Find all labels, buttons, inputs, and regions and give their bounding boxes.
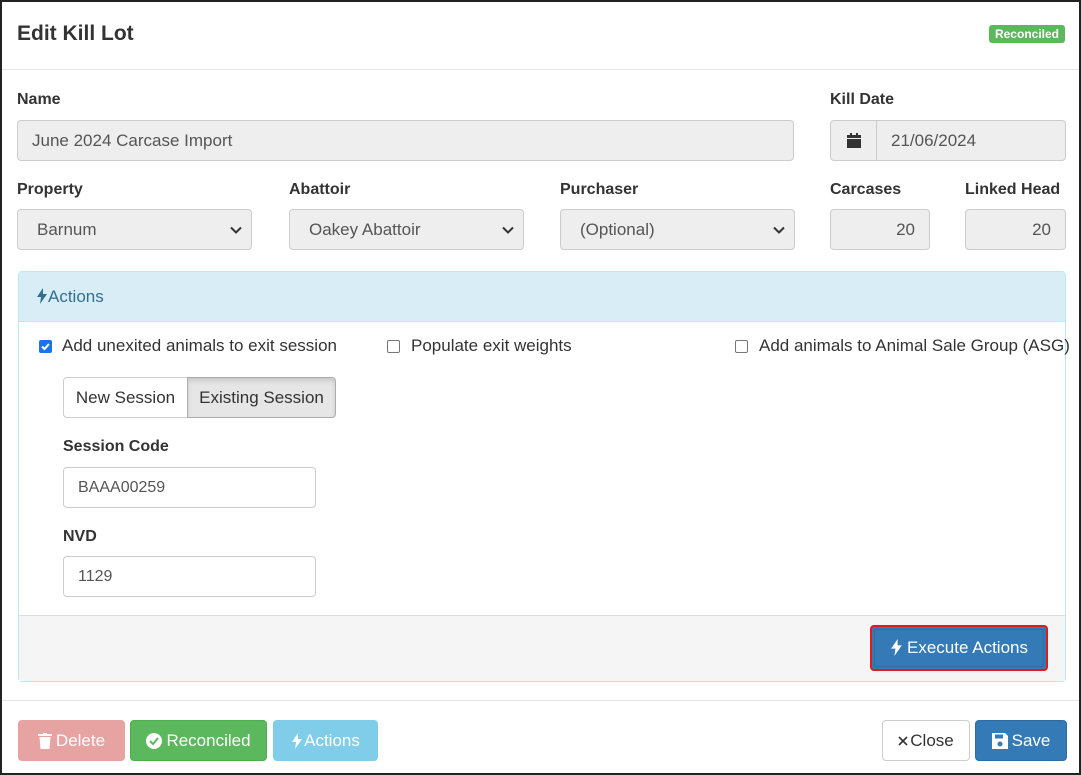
close-icon (898, 736, 908, 746)
abattoir-select-value: Oakey Abattoir (309, 220, 421, 239)
exit-weights-label: Populate exit weights (411, 336, 572, 355)
footer-divider (2, 700, 1079, 701)
actions-panel: Actions Add unexited animals to exit ses… (18, 271, 1070, 682)
check-circle-icon (146, 733, 163, 749)
name-field[interactable]: June 2024 Carcase Import (17, 120, 794, 161)
execute-actions-button[interactable]: Execute Actions (870, 625, 1048, 671)
purchaser-label: Purchaser (560, 181, 639, 198)
checkmark-icon (41, 343, 50, 351)
session-code-input[interactable]: BAAA00259 (63, 467, 316, 508)
purchaser-select[interactable]: (Optional) (560, 209, 795, 250)
purchaser-select-value: (Optional) (580, 220, 655, 239)
bolt-icon (37, 288, 47, 304)
kill-date-label: Kill Date (830, 91, 895, 108)
trash-icon (37, 733, 52, 749)
save-label: Save (1011, 731, 1051, 750)
actions-label: Actions (304, 731, 360, 750)
actions-button[interactable]: Actions (273, 720, 378, 761)
close-button[interactable]: Close (882, 720, 970, 761)
bolt-icon (292, 733, 303, 749)
abattoir-select[interactable]: Oakey Abattoir (289, 209, 524, 250)
asg-label: Add animals to Animal Sale Group (ASG) (759, 336, 1070, 355)
exit-session-checkbox[interactable] (39, 340, 52, 353)
delete-button[interactable]: Delete (18, 720, 125, 761)
delete-label: Delete (55, 731, 106, 750)
dialog-title: Edit Kill Lot (17, 22, 134, 45)
actions-panel-title: Actions (48, 287, 104, 306)
linked-head-field[interactable]: 20 (965, 209, 1066, 250)
calendar-icon (847, 133, 861, 148)
linked-head-label: Linked Head (965, 181, 1061, 198)
save-button[interactable]: Save (975, 720, 1067, 761)
property-select[interactable]: Barnum (17, 209, 252, 250)
chevron-down-icon (230, 226, 242, 234)
actions-panel-header: Actions (19, 272, 1065, 322)
close-label: Close (910, 731, 954, 750)
calendar-addon[interactable] (830, 120, 877, 161)
chevron-down-icon (502, 226, 514, 234)
exit-weights-checkbox[interactable] (387, 340, 400, 353)
session-code-label: Session Code (63, 438, 169, 455)
dialog-header: Edit Kill Lot Reconciled (2, 2, 1079, 70)
abattoir-label: Abattoir (289, 181, 351, 198)
chevron-down-icon (773, 226, 785, 234)
property-select-value: Barnum (37, 220, 97, 239)
reconciled-button[interactable]: Reconciled (130, 720, 267, 761)
property-label: Property (17, 181, 83, 198)
new-session-tab[interactable]: New Session (63, 377, 188, 418)
existing-session-tab[interactable]: Existing Session (187, 377, 336, 418)
reconciled-label: Reconciled (166, 731, 251, 750)
nvd-label: NVD (63, 528, 97, 545)
status-badge: Reconciled (988, 25, 1065, 43)
execute-actions-button-inner (874, 629, 1044, 667)
nvd-input[interactable]: 1129 (63, 556, 316, 597)
edit-kill-lot-dialog: Edit Kill Lot Reconciled Name June 2024 … (0, 0, 1081, 775)
asg-checkbox[interactable] (735, 340, 748, 353)
save-icon (991, 733, 1008, 749)
exit-session-label: Add unexited animals to exit session (62, 336, 337, 355)
kill-date-field[interactable]: 21/06/2024 (876, 120, 1066, 161)
carcases-label: Carcases (830, 181, 902, 198)
carcases-field[interactable]: 20 (830, 209, 930, 250)
name-label: Name (17, 91, 61, 108)
